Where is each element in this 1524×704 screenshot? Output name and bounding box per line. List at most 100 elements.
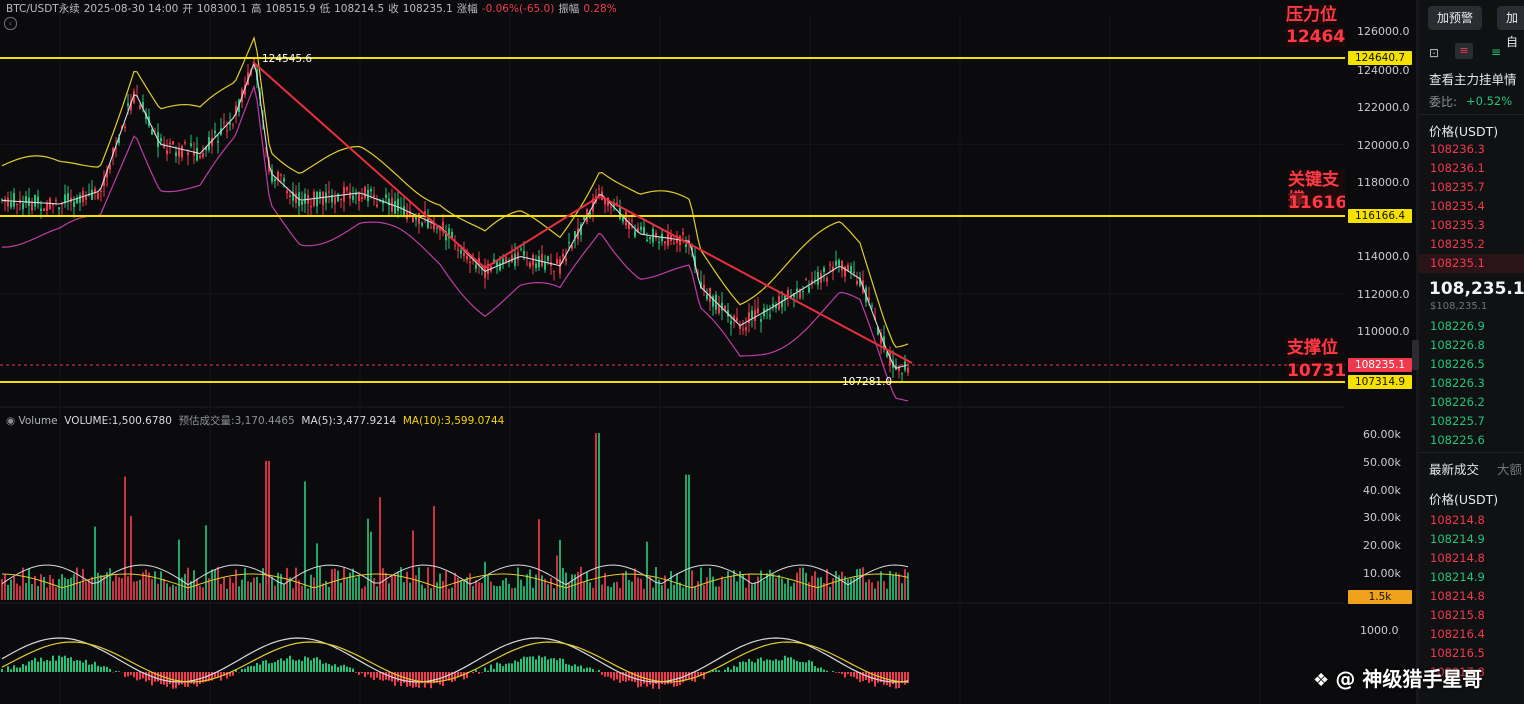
candlestick-chart[interactable] <box>0 0 1345 704</box>
volume-bar <box>478 582 480 600</box>
macd-bar <box>826 670 828 672</box>
ask-row[interactable]: 108235.2 <box>1430 235 1524 254</box>
volume-bar <box>631 581 633 600</box>
candle <box>523 251 525 256</box>
price-axis[interactable]: 126000.0 124000.0 122000.0 120000.0 1180… <box>1345 0 1415 704</box>
candle <box>454 245 456 247</box>
bid-row[interactable]: 108226.2 <box>1430 393 1485 412</box>
bid-row[interactable]: 108226.5 <box>1430 355 1485 374</box>
volume-bar <box>112 581 114 600</box>
macd-bar <box>541 657 543 672</box>
candle <box>748 312 750 324</box>
volume-bar <box>31 584 33 600</box>
macd-bar <box>34 657 36 672</box>
candle <box>181 145 183 158</box>
volume-bar <box>751 584 753 600</box>
volume-bar <box>790 586 792 600</box>
volume-bar <box>376 586 378 600</box>
ask-row[interactable]: 108236.1 <box>1430 159 1524 178</box>
volume-bar <box>700 567 702 600</box>
macd-bar <box>133 672 135 678</box>
ask-row[interactable]: 108235.3 <box>1430 216 1524 235</box>
candle <box>646 239 648 242</box>
macd-bar <box>592 669 594 672</box>
macd-bar <box>508 663 510 672</box>
bid-row[interactable]: 108225.6 <box>1430 431 1485 450</box>
macd-bar <box>895 672 897 689</box>
bid-row[interactable]: 108226.9 <box>1430 317 1485 336</box>
orderbook-title[interactable]: 查看主力挂单情 <box>1429 69 1517 88</box>
macd-bar <box>454 672 456 681</box>
volume-bar <box>373 578 375 600</box>
macd-bar <box>304 656 306 672</box>
add-alert-button[interactable]: 加预警 <box>1428 6 1483 30</box>
macd-bar <box>832 671 834 672</box>
volume-bar <box>274 585 276 600</box>
add-watch-button[interactable]: 加自 <box>1497 6 1524 49</box>
candle <box>547 255 549 261</box>
macd-bar <box>601 672 603 675</box>
eye-icon[interactable]: ◉ <box>6 415 19 427</box>
macd-bar <box>490 664 492 672</box>
ask-row[interactable]: 108235.4 <box>1430 197 1524 216</box>
layout-both-icon[interactable]: ⊡ <box>1429 46 1439 60</box>
volume-bar <box>847 579 849 600</box>
macd-bar <box>340 665 342 672</box>
volume-bar <box>706 577 708 600</box>
bid-row[interactable]: 108226.8 <box>1430 336 1485 355</box>
candle <box>253 58 255 60</box>
candle <box>760 319 762 322</box>
candle <box>127 103 129 106</box>
macd-bar <box>1 668 3 672</box>
volume-bar <box>550 578 552 600</box>
volume-bar <box>532 587 534 600</box>
volume-bar <box>757 576 759 600</box>
volume-bar <box>109 568 111 600</box>
volume-bar <box>604 573 606 600</box>
chart-area[interactable]: BTC/USDT永续 2025-08-30 14:00 开 108300.1 高 1085… <box>0 0 1359 704</box>
candle <box>475 264 477 269</box>
macd-bar <box>583 668 585 672</box>
volume-bar <box>430 588 432 600</box>
macd-bar <box>79 660 81 672</box>
layout-asks-icon[interactable]: ≡ <box>1455 43 1473 59</box>
candle <box>598 188 600 190</box>
macd-bar <box>292 659 294 672</box>
layout-bids-icon[interactable]: ≡ <box>1491 45 1501 59</box>
candle <box>361 197 363 199</box>
ask-row[interactable]: 108236.3 <box>1430 140 1524 159</box>
macd-bar <box>85 659 87 672</box>
macd-bar <box>310 660 312 672</box>
last-price: 108,235.1 <box>1429 279 1524 299</box>
volume-bar <box>865 582 867 600</box>
macd-bar <box>496 662 498 672</box>
candle <box>706 294 708 300</box>
volume-bar <box>463 580 465 600</box>
candle <box>730 321 732 325</box>
volume-bar <box>340 582 342 600</box>
candle <box>40 208 42 211</box>
volume-bar <box>676 573 678 600</box>
trades-tab-large[interactable]: 大额 <box>1497 459 1522 478</box>
resistance-tag: 124640.7 <box>1348 51 1412 65</box>
orderbook-panel: 加预警 加自 ⊡ ≡ ≡ 查看主力挂单情 委比: +0.52% 价格(USDT)… <box>1419 0 1524 704</box>
bid-row[interactable]: 108226.3 <box>1430 374 1485 393</box>
bid-row[interactable]: 108225.7 <box>1430 412 1485 431</box>
collapse-handle[interactable] <box>1412 340 1419 370</box>
macd-bar <box>478 672 480 674</box>
trades-tab-latest[interactable]: 最新成交 <box>1429 459 1479 478</box>
diamond-logo-icon: ❖ <box>1313 670 1336 691</box>
ask-row[interactable]: 108235.1 <box>1419 254 1524 273</box>
candle <box>166 150 168 155</box>
volume-bar <box>94 526 96 600</box>
ask-row[interactable]: 108235.7 <box>1430 178 1524 197</box>
volume-bar <box>424 588 426 600</box>
candle <box>685 244 687 248</box>
volume-bar <box>292 588 294 600</box>
candle <box>376 204 378 207</box>
watermark-text: @ 神级猎手星哥 <box>1335 667 1483 691</box>
macd-bar <box>487 670 489 672</box>
candle <box>805 278 807 280</box>
candle <box>316 191 318 207</box>
volume-bar <box>499 585 501 600</box>
